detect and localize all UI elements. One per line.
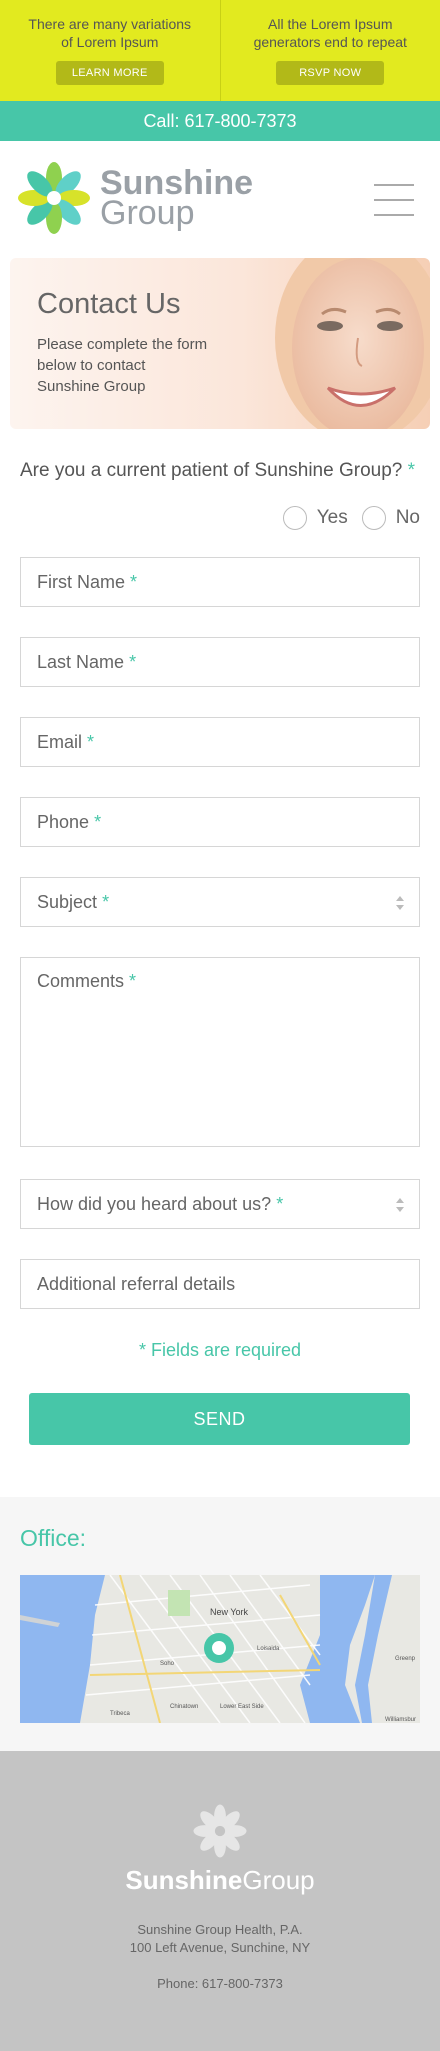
promo-left-text: There are many variations of Lorem Ipsum <box>28 16 192 50</box>
select-arrows-icon <box>396 1198 404 1212</box>
map-label-loisaida: Loisaida <box>257 1646 280 1652</box>
footer-phone[interactable]: Phone: 617-800-7373 <box>0 1976 440 1991</box>
site-logo[interactable]: Sunshine Group <box>16 160 253 236</box>
map-label-soho: Soho <box>160 1661 175 1667</box>
radio-no-circle[interactable] <box>361 506 386 530</box>
subject-select[interactable]: Subject * <box>20 877 420 927</box>
select-arrows-icon <box>396 896 404 910</box>
office-title: Office: <box>20 1525 87 1551</box>
radio-no[interactable]: No <box>361 506 420 530</box>
promo-right: All the Lorem Ipsum generators end to re… <box>219 0 440 101</box>
hero-subtitle: Please complete the form below to contac… <box>37 336 208 395</box>
promo-bar: There are many variations of Lorem Ipsum… <box>0 0 440 101</box>
map-pin-icon[interactable] <box>204 1633 234 1663</box>
patient-radio-group: Yes No <box>269 506 420 530</box>
email-field[interactable]: Email * <box>20 717 420 767</box>
footer-address: 100 Left Avenue, Sunchine, NY <box>129 1940 311 1955</box>
radio-yes[interactable]: Yes <box>282 506 348 530</box>
map-image: New York Soho Chinatown Tribeca Lower Ea… <box>20 1575 420 1723</box>
phone-field[interactable]: Phone * <box>20 797 420 847</box>
call-bar[interactable]: Call: 617-800-7373 <box>0 101 440 141</box>
map-label-newyork: New York <box>210 1607 249 1617</box>
map-label-chinatown: Chinatown <box>170 1704 198 1710</box>
footer-logo[interactable]: SunshineGroup <box>0 1803 440 1896</box>
footer-company: Sunshine Group Health, P.A. <box>137 1922 303 1937</box>
learn-more-button[interactable]: LEARN MORE <box>55 61 164 85</box>
rsvp-now-button[interactable]: RSVP NOW <box>276 61 385 85</box>
radio-yes-circle[interactable] <box>282 506 307 530</box>
promo-left: There are many variations of Lorem Ipsum… <box>0 0 220 101</box>
logo-line2: Group <box>100 194 195 232</box>
promo-right-text: All the Lorem Ipsum generators end to re… <box>253 16 407 50</box>
map-label-tribeca: Tribeca <box>110 1711 130 1717</box>
map-label-greenpoint: Greenp <box>395 1656 416 1662</box>
smiling-woman-image <box>275 258 430 429</box>
map-label-les: Lower East Side <box>220 1704 264 1710</box>
footer-logo-bold: Sunshine <box>125 1865 243 1895</box>
required-fields-note: * Fields are required <box>138 1340 302 1360</box>
referral-details-field[interactable]: Additional referral details <box>20 1259 420 1309</box>
hero-banner: Contact Us Please complete the form belo… <box>10 258 430 429</box>
flower-logo-icon <box>18 162 90 234</box>
site-footer: SunshineGroup Sunshine Group Health, P.A… <box>0 1751 440 2051</box>
heard-about-select[interactable]: How did you heard about us? * <box>20 1179 420 1229</box>
required-asterisk: * <box>407 460 416 481</box>
menu-icon[interactable] <box>374 184 414 216</box>
map-label-williamsburg: Williamsbur <box>385 1717 416 1723</box>
office-section: Office: New York Soho Chinatown Tribeca … <box>0 1497 440 1751</box>
comments-textarea[interactable]: Comments * <box>20 957 420 1147</box>
flower-logo-icon <box>193 1804 247 1858</box>
first-name-field[interactable]: First Name * <box>20 557 420 607</box>
page-title: Contact Us <box>37 288 181 320</box>
office-map[interactable]: New York Soho Chinatown Tribeca Lower Ea… <box>20 1575 420 1723</box>
patient-question: Are you a current patient of Sunshine Gr… <box>20 460 416 481</box>
site-header: Sunshine Group <box>0 141 440 258</box>
send-button[interactable]: SEND <box>29 1393 410 1445</box>
footer-logo-light: Group <box>242 1865 315 1895</box>
last-name-field[interactable]: Last Name * <box>20 637 420 687</box>
